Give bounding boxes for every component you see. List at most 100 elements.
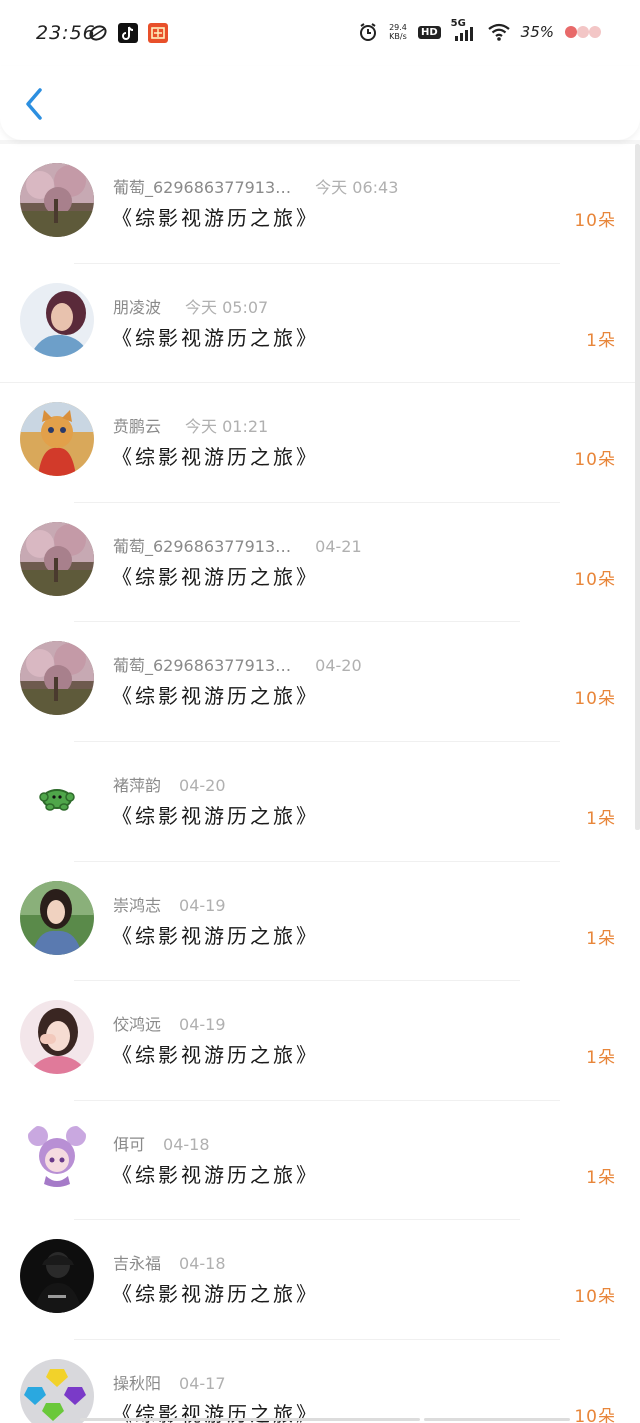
gift-count: 10朵 xyxy=(574,569,616,590)
record-time: 04-19 xyxy=(179,1015,226,1035)
tiktok-icon xyxy=(118,23,138,43)
book-title[interactable]: 《综影视游历之旅》 xyxy=(112,561,319,590)
wifi-icon xyxy=(487,23,510,41)
record-time: 04-19 xyxy=(179,895,226,915)
book-title[interactable]: 《综影视游历之旅》 xyxy=(112,322,319,351)
record-meta: 褚萍韵 04-20 xyxy=(113,772,226,796)
avatar[interactable] xyxy=(20,163,94,237)
sender-name[interactable]: 贲鹏云 xyxy=(113,417,161,436)
list-item[interactable]: 朋凌波 今天 05:07 《综影视游历之旅》 1朵 xyxy=(0,264,640,384)
sender-name[interactable]: 佴可 xyxy=(113,1135,145,1154)
alarm-icon xyxy=(359,23,376,41)
book-title[interactable]: 《综影视游历之旅》 xyxy=(112,800,319,829)
status-time: 23:56 xyxy=(36,22,96,44)
list-item[interactable]: 褚萍韵 04-20 《综影视游历之旅》 1朵 xyxy=(0,742,640,862)
back-button[interactable] xyxy=(18,82,52,126)
sender-name[interactable]: 崇鸿志 xyxy=(113,896,161,915)
record-meta: 葡萄_629686377913… 04-20 xyxy=(113,652,362,676)
avatar[interactable] xyxy=(20,1239,94,1314)
sender-name[interactable]: 朋凌波 xyxy=(113,298,161,317)
avatar-blossom-tree-image xyxy=(20,163,94,237)
sender-name[interactable]: 褚萍韵 xyxy=(113,776,161,795)
gift-count: 10朵 xyxy=(574,689,616,710)
gift-records-screen: 23:56 29.4 KB/s HD 5G 35% 葡萄_62968637791… xyxy=(0,0,640,1423)
avatar-cat-image xyxy=(20,402,94,477)
record-meta: 朋凌波 今天 05:07 xyxy=(113,294,268,318)
signal-label: 5G xyxy=(450,18,466,29)
avatar-man-cap-image xyxy=(20,1239,94,1314)
list-item[interactable]: 葡萄_629686377913… 04-20 《综影视游历之旅》 10朵 xyxy=(0,622,640,742)
list-item[interactable]: 佼鸿远 04-19 《综影视游历之旅》 1朵 xyxy=(0,981,640,1101)
bottom-bar-left xyxy=(80,1418,420,1421)
bottom-bar-right xyxy=(424,1418,570,1421)
gift-count: 10朵 xyxy=(574,211,616,231)
scrollbar[interactable] xyxy=(635,144,640,830)
list-item[interactable]: 操秋阳 04-17 《综影视游历之旅》 10朵 xyxy=(0,1340,640,1423)
list-item[interactable]: 葡萄_629686377913… 04-21 《综影视游历之旅》 10朵 xyxy=(0,503,640,623)
record-meta: 佼鸿远 04-19 xyxy=(113,1011,226,1035)
status-bar: 23:56 29.4 KB/s HD 5G 35% xyxy=(0,0,640,66)
avatar-girl-portrait-image xyxy=(20,880,94,955)
hd-badge: HD xyxy=(417,25,441,39)
sender-name[interactable]: 葡萄_629686377913… xyxy=(113,656,291,675)
avatar[interactable] xyxy=(20,521,94,596)
record-meta: 葡萄_629686377913… 04-21 xyxy=(113,533,362,557)
book-title[interactable]: 《综影视游历之旅》 xyxy=(112,680,319,709)
avatar[interactable] xyxy=(20,880,94,955)
sender-name[interactable]: 佼鸿远 xyxy=(113,1015,161,1034)
record-meta: 吉永福 04-18 xyxy=(113,1250,226,1274)
record-time: 04-20 xyxy=(179,775,226,795)
signal-5g-icon: 5G xyxy=(451,18,477,42)
avatar-selfie-image xyxy=(20,1000,94,1075)
avatar-anime-girl-image xyxy=(20,1119,94,1194)
book-title[interactable]: 《综影视游历之旅》 xyxy=(112,1039,319,1068)
gift-count: 10朵 xyxy=(574,1406,616,1423)
record-time: 今天 06:43 xyxy=(315,178,399,197)
record-meta: 葡萄_629686377913… 今天 06:43 xyxy=(113,174,398,198)
gift-count: 1朵 xyxy=(586,928,616,949)
chevron-left-icon xyxy=(26,88,42,120)
list-item[interactable]: 吉永福 04-18 《综影视游历之旅》 10朵 xyxy=(0,1220,640,1340)
record-time: 04-21 xyxy=(315,536,362,556)
avatar[interactable] xyxy=(20,760,94,835)
avatar[interactable] xyxy=(20,641,94,716)
gift-count: 1朵 xyxy=(586,808,616,829)
book-title[interactable]: 《综影视游历之旅》 xyxy=(112,920,319,949)
book-title[interactable]: 《综影视游历之旅》 xyxy=(112,202,319,231)
record-meta: 操秋阳 04-17 xyxy=(113,1370,226,1394)
book-title[interactable]: 《综影视游历之旅》 xyxy=(112,441,319,470)
battery-icon xyxy=(565,26,601,38)
record-time: 今天 05:07 xyxy=(185,297,269,317)
book-title[interactable]: 《综影视游历之旅》 xyxy=(112,1159,319,1188)
status-system-icons: 29.4 KB/s HD 5G 35% xyxy=(358,18,602,42)
record-meta: 贲鹏云 今天 01:21 xyxy=(113,413,268,437)
list-item[interactable]: 崇鸿志 04-19 《综影视游历之旅》 1朵 xyxy=(0,862,640,982)
avatar[interactable] xyxy=(20,402,94,477)
avatar-turtle-image xyxy=(20,760,94,835)
record-meta: 崇鸿志 04-19 xyxy=(113,892,226,916)
avatar-gems-image xyxy=(20,1358,94,1423)
avatar[interactable] xyxy=(20,1000,94,1075)
net-speed-value: 29.4 xyxy=(389,23,407,32)
list-item[interactable]: 佴可 04-18 《综影视游历之旅》 1朵 xyxy=(0,1101,640,1221)
net-speed-unit: KB/s xyxy=(389,32,407,41)
gift-count: 1朵 xyxy=(586,1167,616,1188)
gift-count: 10朵 xyxy=(574,1287,616,1308)
gift-count: 1朵 xyxy=(586,1048,616,1069)
status-app-icons xyxy=(88,23,168,43)
app-leaf-icon xyxy=(89,25,107,41)
list-item[interactable]: 贲鹏云 今天 01:21 《综影视游历之旅》 10朵 xyxy=(0,383,640,503)
avatar[interactable] xyxy=(20,1358,94,1423)
book-title[interactable]: 《综影视游历之旅》 xyxy=(112,1278,319,1307)
sender-name[interactable]: 葡萄_629686377913… xyxy=(113,178,291,197)
sender-name[interactable]: 操秋阳 xyxy=(113,1374,161,1393)
sender-name[interactable]: 葡萄_629686377913… xyxy=(113,537,291,556)
taobao-icon xyxy=(148,23,168,43)
record-time: 04-18 xyxy=(179,1254,226,1274)
list-item[interactable]: 葡萄_629686377913… 今天 06:43 《综影视游历之旅》 10朵 xyxy=(0,144,640,264)
record-meta: 佴可 04-18 xyxy=(113,1131,210,1155)
avatar-blossom-tree-image xyxy=(20,521,94,596)
sender-name[interactable]: 吉永福 xyxy=(113,1254,161,1273)
avatar[interactable] xyxy=(20,1119,94,1194)
avatar[interactable] xyxy=(20,282,94,357)
